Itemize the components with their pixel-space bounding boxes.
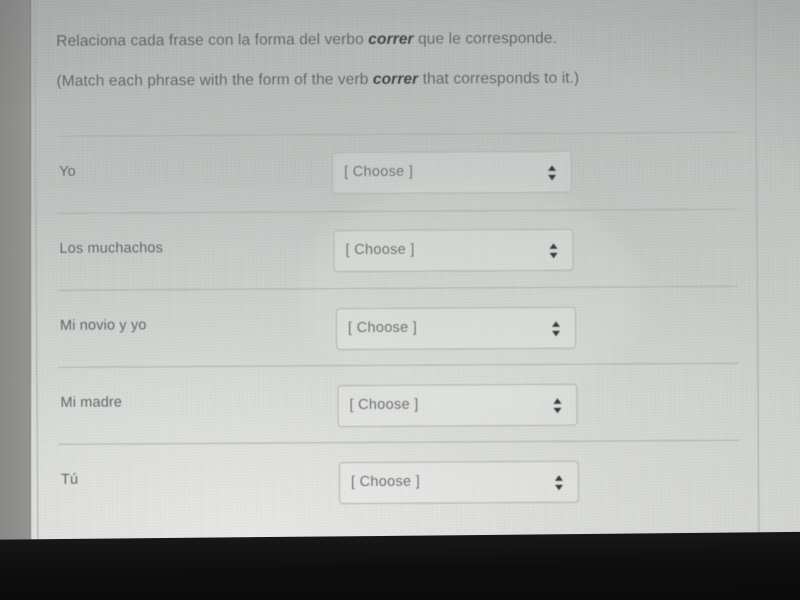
table-row: Mi madre [ Choose ]: [36, 362, 758, 444]
screen-left-margin: [0, 0, 31, 560]
select-updown-arrow-icon: [552, 474, 566, 492]
instructions-spanish-after: que le corresponde.: [413, 29, 558, 48]
choose-dropdown-yo[interactable]: [ Choose ]: [331, 150, 573, 195]
select-updown-arrow-icon: [550, 397, 564, 415]
row-label: Tú: [60, 471, 79, 488]
quiz-content: Relaciona cada frase con la forma del ve…: [34, 0, 759, 558]
row-label: Los muchachos: [59, 240, 164, 257]
table-row: Los muchachos [ Choose ]: [35, 208, 757, 290]
choose-dropdown-value: [ Choose ]: [344, 163, 414, 181]
choose-dropdown-value: [ Choose ]: [347, 319, 418, 337]
instructions-english: (Match each phrase with the form of the …: [56, 70, 579, 91]
table-row: Mi novio y yo [ Choose ]: [36, 285, 758, 367]
instructions-english-verb: correr: [372, 70, 419, 88]
table-row: Yo [ Choose ]: [35, 131, 757, 213]
select-updown-arrow-icon: [546, 242, 560, 260]
screen-photo: Relaciona cada frase con la forma del ve…: [0, 0, 800, 600]
select-updown-arrow-icon: [549, 320, 563, 338]
row-separator: [56, 131, 737, 137]
row-label: Yo: [59, 163, 76, 180]
choose-dropdown-value: [ Choose ]: [345, 241, 415, 259]
instructions-spanish-verb: correr: [368, 30, 414, 48]
instructions-english-before: (Match each phrase with the form of the …: [56, 70, 373, 90]
choose-dropdown-mi-novio-y-yo[interactable]: [ Choose ]: [335, 306, 577, 351]
choose-dropdown-value: [ Choose ]: [350, 473, 421, 491]
instructions-spanish: Relaciona cada frase con la forma del ve…: [56, 30, 557, 51]
page-left-edge: [30, 0, 31, 560]
table-row: Tú [ Choose ]: [37, 439, 759, 521]
choose-dropdown-value: [ Choose ]: [349, 396, 419, 414]
instructions-spanish-before: Relaciona cada frase con la forma del ve…: [56, 30, 369, 50]
monitor-bezel: [0, 531, 800, 600]
instructions-english-after: that corresponds to it.): [418, 69, 580, 88]
row-label: Mi novio y yo: [59, 317, 147, 334]
choose-dropdown-mi-madre[interactable]: [ Choose ]: [337, 383, 578, 428]
choose-dropdown-tu[interactable]: [ Choose ]: [338, 460, 580, 505]
row-label: Mi madre: [60, 394, 123, 411]
choose-dropdown-los-muchachos[interactable]: [ Choose ]: [333, 228, 574, 273]
select-updown-arrow-icon: [545, 164, 559, 182]
